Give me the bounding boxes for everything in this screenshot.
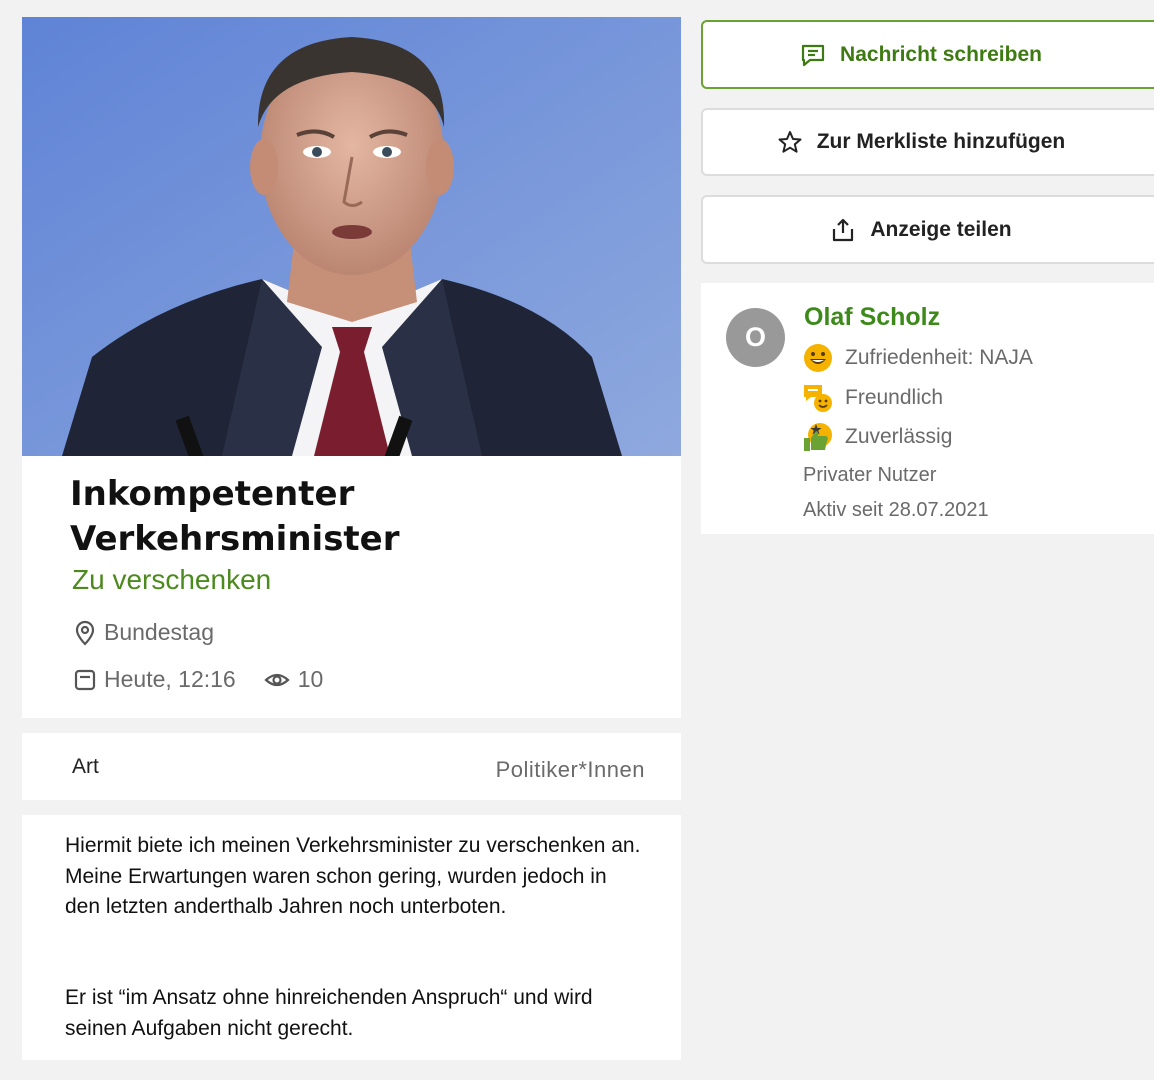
chat-bubble-icon bbox=[801, 44, 825, 66]
listing-photo-image bbox=[22, 17, 681, 456]
details-card: Art Politiker*Innen bbox=[22, 733, 681, 800]
chat-faces-icon bbox=[804, 385, 832, 412]
add-to-watchlist-label: Zur Merkliste hinzufügen bbox=[816, 130, 1066, 153]
thumbs-up-icon bbox=[804, 423, 832, 451]
seller-card: O Olaf Scholz Zufriedenheit: NAJA Freund… bbox=[701, 283, 1154, 534]
listing-photo[interactable] bbox=[22, 17, 681, 456]
share-listing-button[interactable]: Anzeige teilen bbox=[701, 195, 1154, 264]
eye-icon bbox=[264, 673, 290, 686]
friendly-text: Freundlich bbox=[845, 386, 944, 409]
description-card: Hiermit biete ich meinen Verkehrsministe… bbox=[22, 815, 681, 1060]
listing-price: Zu verschenken bbox=[72, 564, 272, 595]
star-icon bbox=[778, 131, 802, 153]
add-to-watchlist-button[interactable]: Zur Merkliste hinzufügen bbox=[701, 108, 1154, 176]
share-icon bbox=[833, 218, 854, 241]
smiley-icon bbox=[804, 344, 832, 372]
seller-active-since: Aktiv seit 28.07.2021 bbox=[803, 499, 989, 521]
location-row: Bundestag bbox=[74, 619, 214, 646]
reliable-text: Zuverlässig bbox=[845, 425, 953, 448]
date-views-row: Heute, 12:16 10 bbox=[74, 666, 323, 693]
reliable-badge: Zuverlässig bbox=[802, 421, 952, 453]
listing-location: Bundestag bbox=[104, 619, 214, 645]
detail-label: Art bbox=[72, 755, 99, 778]
listing-date: Heute, 12:16 bbox=[104, 666, 236, 692]
calendar-icon bbox=[74, 669, 96, 690]
send-message-label: Nachricht schreiben bbox=[840, 42, 1042, 66]
listing-summary-card: Inkompetenter Verkehrsminister Zu versch… bbox=[22, 456, 681, 718]
send-message-button[interactable]: Nachricht schreiben bbox=[701, 20, 1154, 89]
seller-type: Privater Nutzer bbox=[803, 464, 937, 486]
listing-title: Inkompetenter Verkehrsminister bbox=[70, 474, 400, 559]
friendly-badge: Freundlich bbox=[802, 382, 943, 414]
views-count: 10 bbox=[297, 666, 324, 692]
views-counter: 10 bbox=[264, 666, 324, 693]
satisfaction-text: Zufriedenheit: NAJA bbox=[845, 346, 1033, 369]
map-pin-icon bbox=[75, 620, 95, 646]
description-paragraph: Hiermit biete ich meinen Verkehrsministe… bbox=[65, 834, 641, 918]
satisfaction-badge: Zufriedenheit: NAJA bbox=[802, 342, 1033, 374]
avatar[interactable]: O bbox=[726, 308, 785, 367]
description-paragraph: Er ist “im Ansatz ohne hinreichenden Ans… bbox=[65, 986, 593, 1040]
seller-name-link[interactable]: Olaf Scholz bbox=[804, 303, 940, 332]
detail-value: Politiker*Innen bbox=[495, 757, 645, 782]
share-listing-label: Anzeige teilen bbox=[870, 217, 1012, 241]
